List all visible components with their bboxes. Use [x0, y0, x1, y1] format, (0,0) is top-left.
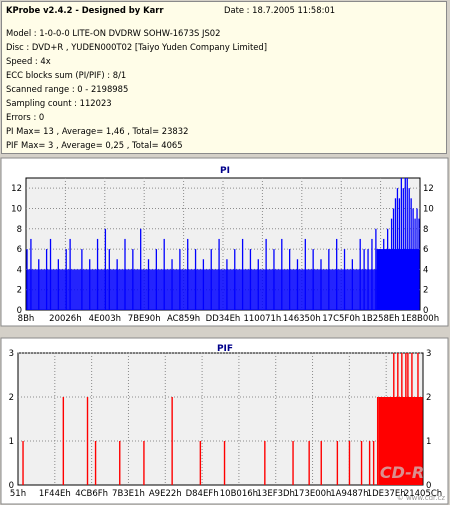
pif-xtick-label: D84EFh	[186, 489, 219, 499]
pi-xtick-label: 7BE90h	[128, 314, 161, 324]
pif-ytick-right: 2	[426, 393, 431, 403]
pif-xtick-label: 1F44Eh	[39, 489, 71, 499]
pif-xtick-label: 10B016h	[220, 489, 258, 499]
pif-ytick-left: 3	[9, 349, 14, 359]
pif-xtick-label: 173E00h	[294, 489, 332, 499]
pi-chart: 0 02 24 46 68 810 1012 128Bh 20026h 4E003h 7BE90h A…	[11, 177, 439, 324]
pi-ytick-right: 2	[423, 286, 428, 296]
pi-ytick-left: 4	[17, 265, 22, 275]
pi-xtick-label: 146350h	[283, 314, 321, 324]
pif-xtick-label: 51h	[10, 489, 26, 499]
pi-ytick-left: 10	[11, 204, 22, 214]
pi-xtick-label: 17C5F0h	[322, 314, 360, 324]
pi-ytick-left: 2	[17, 286, 22, 296]
pi-dense-region	[376, 249, 419, 310]
pif-xtick-label: 1A9487h	[330, 489, 368, 499]
pi-ytick-right: 8	[423, 225, 428, 235]
pi-chart-title: PI	[220, 166, 230, 176]
footer-credit: © www.cdr.cz	[397, 494, 446, 502]
pi-ytick-right: 10	[423, 204, 434, 214]
pif-xtick-label: 7B3E1h	[112, 489, 145, 499]
pi-ytick-left: 12	[11, 184, 22, 194]
pi-xtick-label: AC859h	[167, 314, 200, 324]
pif-ytick-right: 1	[426, 437, 431, 447]
pif-ytick-left: 2	[9, 393, 14, 403]
pi-xtick-label: 4E003h	[89, 314, 121, 324]
pi-ytick-left: 6	[17, 245, 22, 255]
pi-xtick-label: 110071h	[243, 314, 281, 324]
pif-ytick-right: 3	[426, 349, 431, 359]
pi-ytick-right: 6	[423, 245, 428, 255]
watermark-logo: CD-R	[380, 463, 424, 482]
pif-xtick-label: A9E22h	[149, 489, 182, 499]
pi-xtick-label: DD34Eh	[206, 314, 241, 324]
pi-xtick-label: 1E8B00h	[401, 314, 439, 324]
pi-ytick-right: 4	[423, 265, 428, 275]
pi-ytick-left: 8	[17, 225, 22, 235]
pi-xtick-label: 1B258Eh	[361, 314, 399, 324]
pif-xtick-label: 13EF3Dh	[257, 489, 295, 499]
pi-xtick-label: 8Bh	[18, 314, 35, 324]
pif-plot-area	[17, 352, 424, 486]
pif-xtick-label: 4CB6Fh	[75, 489, 108, 499]
pif-chart: 0 01 12 23 351h 1F44Eh 4CB6Fh 7B3E1h A9E22h D84EF…	[9, 349, 443, 499]
pi-xtick-label: 20026h	[49, 314, 81, 324]
pif-ytick-left: 1	[9, 437, 14, 447]
pi-ytick-right: 12	[423, 184, 434, 194]
charts-canvas: PI 0 02 24 46 68 810 1012 128Bh 20026h 4E003h 7BE9…	[0, 157, 449, 505]
